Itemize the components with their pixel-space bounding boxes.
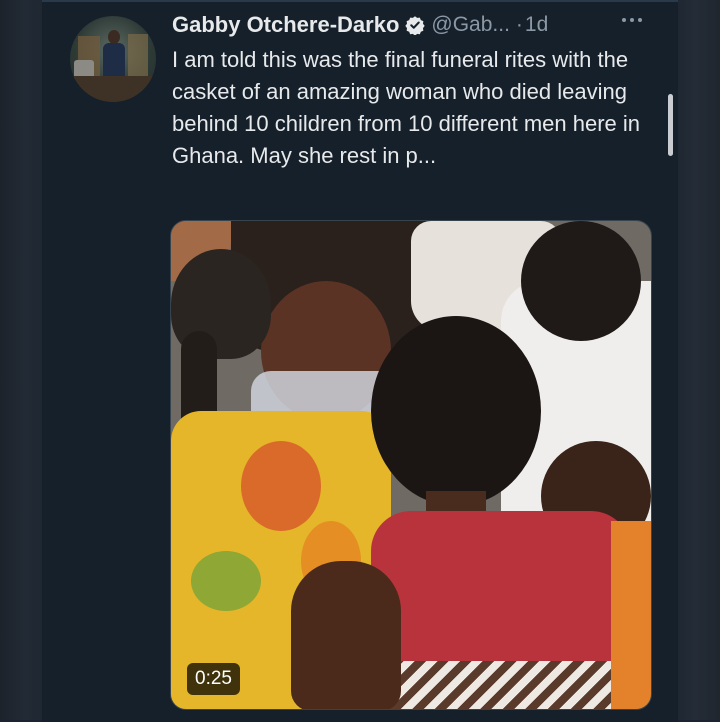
separator-dot: ·	[515, 13, 523, 36]
tweet-timestamp[interactable]: 1d	[525, 13, 548, 37]
avatar-person-body	[103, 43, 125, 79]
verified-badge-icon	[405, 15, 426, 36]
orange-cloth	[611, 521, 651, 709]
video-duration-badge: 0:25	[187, 663, 240, 695]
tweet-text: I am told this was the final funeral rit…	[172, 47, 640, 168]
dress-pattern	[191, 551, 261, 611]
tweet-header: Gabby Otchere-Darko @Gab... · 1d	[172, 12, 548, 38]
dress-pattern	[241, 441, 321, 531]
scrollbar-thumb[interactable]	[668, 94, 673, 156]
shirt-stripes	[381, 661, 631, 709]
author-name[interactable]: Gabby Otchere-Darko	[172, 12, 399, 38]
right-backdrop	[678, 0, 720, 720]
boy-head	[371, 316, 541, 506]
bg-head-right	[521, 221, 641, 341]
avatar[interactable]	[70, 16, 156, 102]
left-backdrop	[0, 0, 42, 720]
hand	[291, 561, 401, 709]
avatar-person-head	[108, 30, 120, 44]
video-thumbnail[interactable]: 0:25	[170, 220, 652, 710]
avatar-bg-shelf	[128, 34, 148, 80]
author-handle[interactable]: @Gab...	[431, 13, 510, 37]
avatar-bg-desk	[70, 76, 156, 102]
tweet-card[interactable]: Gabby Otchere-Darko @Gab... · 1d I am to…	[42, 0, 678, 722]
more-options-icon[interactable]	[622, 18, 642, 22]
